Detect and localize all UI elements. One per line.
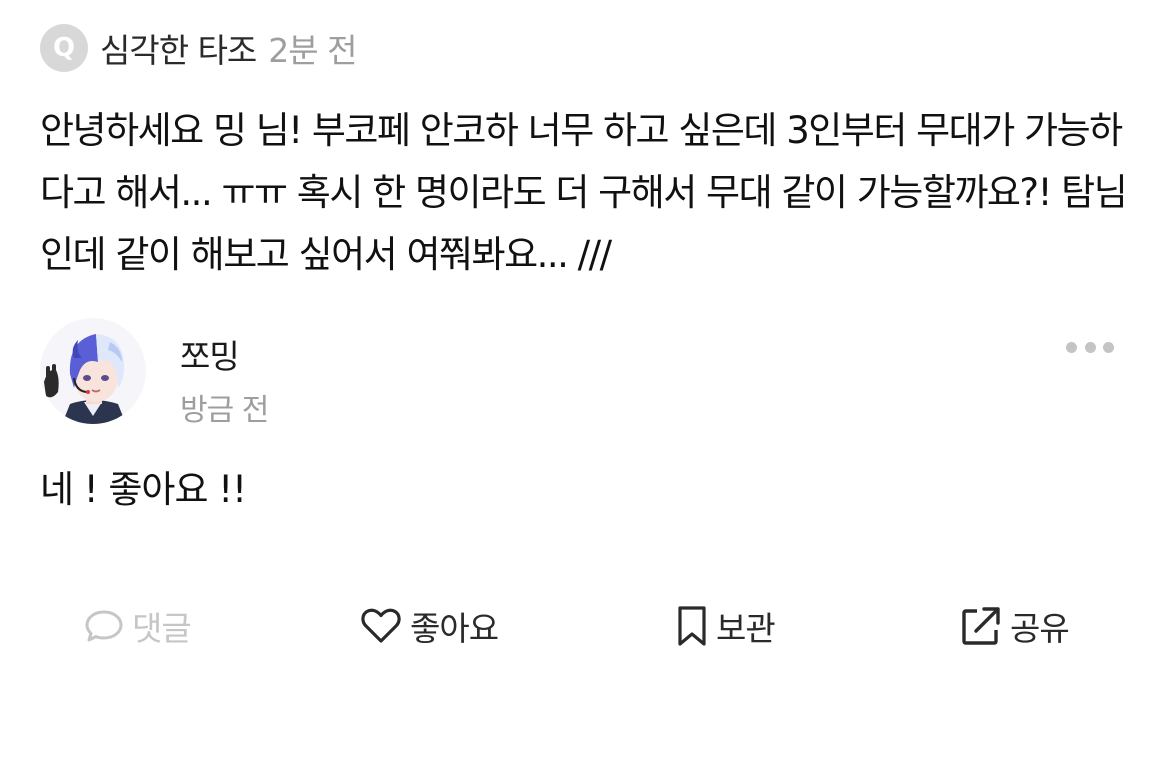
question-time: 2분 전 [268,31,357,70]
avatar[interactable] [40,318,146,424]
bookmark-icon [678,606,706,646]
question-author[interactable]: 심각한 타조 [100,24,257,72]
like-label: 좋아요 [410,609,499,648]
answer-body: 네 ! 좋아요 !! [40,468,247,511]
save-label: 보관 [716,609,776,648]
more-dot-icon [1084,341,1096,353]
share-label: 공유 [1010,609,1070,648]
avatar-illustration [40,318,146,424]
action-bar: 댓글 좋아요 보관 공유 [0,596,1169,656]
question-badge: Q [40,24,88,72]
answer-author[interactable]: 쪼밍 [180,330,240,378]
comment-label: 댓글 [132,609,192,648]
more-dot-icon [1103,341,1114,353]
more-dot-icon [1066,341,1077,353]
share-button[interactable]: 공유 [960,596,1070,656]
share-icon [962,607,1000,645]
heart-icon [361,608,401,643]
speech-bubble-icon [85,610,123,642]
question-header: Q 심각한 타조 2분 전 [40,24,358,72]
save-button[interactable]: 보관 [676,596,776,656]
comment-button[interactable]: 댓글 [84,596,192,656]
question-body: 안녕하세요 밍 님! 부코페 안코하 너무 하고 싶은데 3인부터 무대가 가능… [40,109,1128,276]
like-button[interactable]: 좋아요 [360,596,499,656]
answer-time: 방금 전 [180,393,269,428]
more-options-button[interactable] [1066,336,1114,358]
